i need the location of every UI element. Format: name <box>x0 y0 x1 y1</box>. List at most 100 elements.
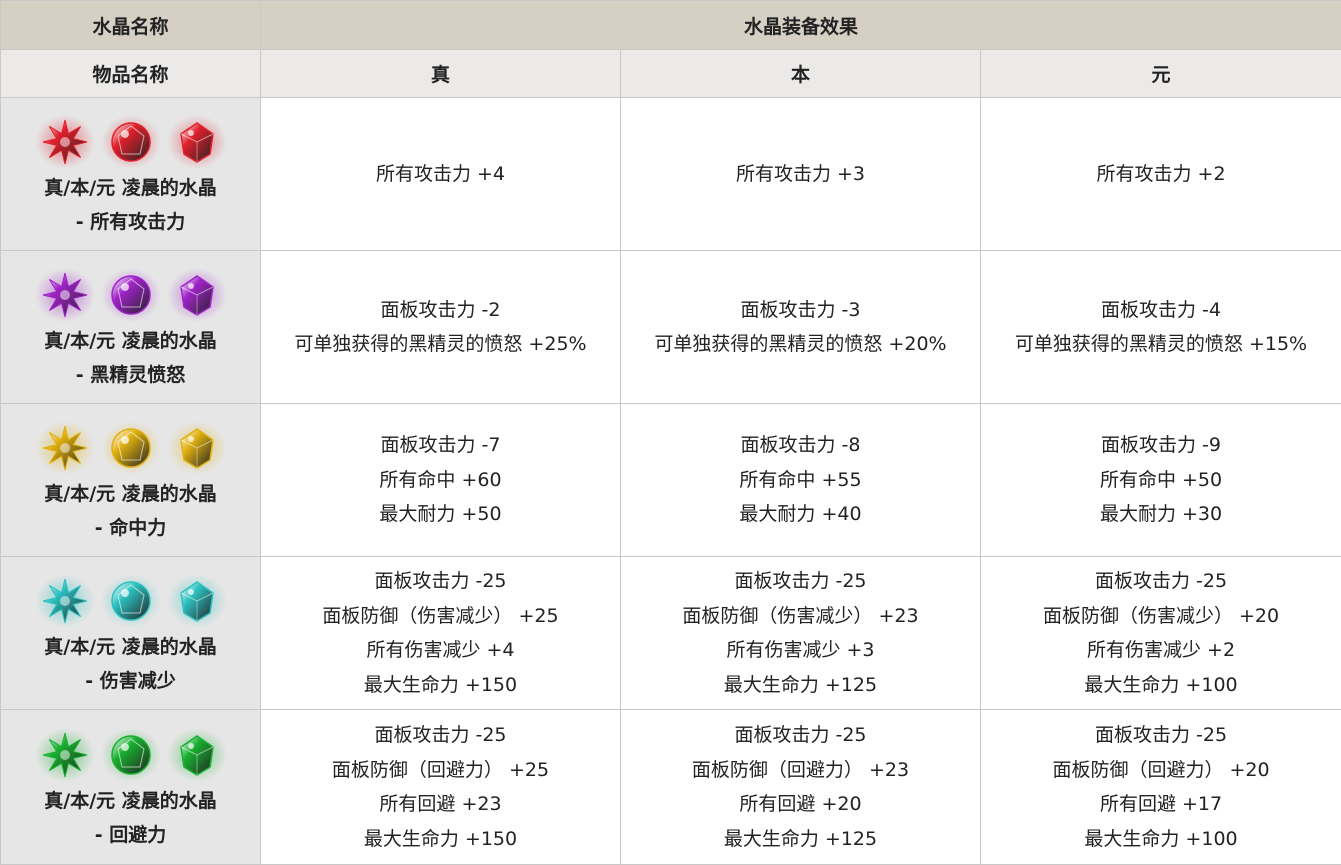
effect-cell-origin: 面板攻击力 -4可单独获得的黑精灵的愤怒 +15% <box>981 251 1341 404</box>
cyan-crystal-icon <box>100 571 162 629</box>
green-crystal-icon <box>100 725 162 783</box>
red-crystal-icon <box>166 112 228 170</box>
effect-cell-base: 面板攻击力 -25面板防御（回避力） +23所有回避 +20最大生命力 +125 <box>621 710 981 865</box>
effect-line: 面板防御（回避力） +20 <box>981 753 1341 788</box>
effect-line: 面板防御（伤害减少） +23 <box>621 599 980 634</box>
effect-line: 面板攻击力 -25 <box>981 564 1341 599</box>
crystal-name-header: 水晶名称 <box>1 1 261 50</box>
yellow-crystal-icon <box>34 418 96 476</box>
effect-line: 最大生命力 +150 <box>261 822 620 857</box>
effect-line: 最大耐力 +30 <box>981 497 1341 532</box>
effect-line: 所有攻击力 +4 <box>261 157 620 192</box>
effect-line: 所有命中 +50 <box>981 463 1341 498</box>
crystal-name-cell: 真/本/元 凌晨的水晶- 命中力 <box>1 404 261 557</box>
effect-line: 面板攻击力 -7 <box>261 428 620 463</box>
item-name-header: 物品名称 <box>1 50 261 98</box>
effect-cell-true: 面板攻击力 -2可单独获得的黑精灵的愤怒 +25% <box>261 251 621 404</box>
effect-line: 面板攻击力 -9 <box>981 428 1341 463</box>
red-crystal-icon <box>100 112 162 170</box>
effect-line: 最大生命力 +150 <box>261 668 620 703</box>
effect-cell-true: 面板攻击力 -7所有命中 +60最大耐力 +50 <box>261 404 621 557</box>
table-row: 真/本/元 凌晨的水晶- 黑精灵愤怒面板攻击力 -2可单独获得的黑精灵的愤怒 +… <box>1 251 1341 404</box>
effect-cell-true: 所有攻击力 +4 <box>261 98 621 251</box>
crystal-name-line: 真/本/元 凌晨的水晶 <box>1 324 260 358</box>
effect-line: 可单独获得的黑精灵的愤怒 +20% <box>621 327 980 362</box>
crystal-name-line: 真/本/元 凌晨的水晶 <box>1 630 260 664</box>
effect-line: 最大耐力 +50 <box>261 497 620 532</box>
effect-line: 可单独获得的黑精灵的愤怒 +15% <box>981 327 1341 362</box>
crystal-name-line: 真/本/元 凌晨的水晶 <box>1 784 260 818</box>
effect-cell-origin: 面板攻击力 -9所有命中 +50最大耐力 +30 <box>981 404 1341 557</box>
effect-line: 面板攻击力 -4 <box>981 293 1341 328</box>
crystal-effect-header: 水晶装备效果 <box>261 1 1341 50</box>
effect-cell-true: 面板攻击力 -25面板防御（伤害减少） +25所有伤害减少 +4最大生命力 +1… <box>261 557 621 710</box>
effect-line: 所有攻击力 +3 <box>621 157 980 192</box>
purple-crystal-icon <box>166 265 228 323</box>
crystal-icons <box>1 111 260 171</box>
crystal-stat-line: - 黑精灵愤怒 <box>1 358 260 392</box>
yellow-crystal-icon <box>166 418 228 476</box>
crystal-icons <box>1 264 260 324</box>
crystal-table: 水晶名称 水晶装备效果 物品名称 真 本 元 真/本/元 凌晨的水晶- 所有攻击… <box>0 0 1341 865</box>
crystal-icons <box>1 417 260 477</box>
effect-cell-base: 面板攻击力 -8所有命中 +55最大耐力 +40 <box>621 404 981 557</box>
crystal-icons <box>1 570 260 630</box>
effect-line: 所有命中 +55 <box>621 463 980 498</box>
effect-cell-origin: 面板攻击力 -25面板防御（回避力） +20所有回避 +17最大生命力 +100 <box>981 710 1341 865</box>
crystal-stat-line: - 命中力 <box>1 511 260 545</box>
crystal-name-cell: 真/本/元 凌晨的水晶- 所有攻击力 <box>1 98 261 251</box>
effect-line: 最大生命力 +100 <box>981 668 1341 703</box>
yellow-crystal-icon <box>100 418 162 476</box>
tier-header-true: 真 <box>261 50 621 98</box>
effect-cell-origin: 所有攻击力 +2 <box>981 98 1341 251</box>
effect-line: 所有命中 +60 <box>261 463 620 498</box>
effect-line: 所有回避 +23 <box>261 787 620 822</box>
cyan-crystal-icon <box>166 571 228 629</box>
effect-line: 面板攻击力 -2 <box>261 293 620 328</box>
purple-crystal-icon <box>34 265 96 323</box>
effect-line: 面板防御（回避力） +23 <box>621 753 980 788</box>
crystal-name-cell: 真/本/元 凌晨的水晶- 回避力 <box>1 710 261 865</box>
effect-line: 最大生命力 +125 <box>621 822 980 857</box>
crystal-icons <box>1 724 260 784</box>
effect-line: 面板攻击力 -3 <box>621 293 980 328</box>
table-row: 真/本/元 凌晨的水晶- 所有攻击力所有攻击力 +4所有攻击力 +3所有攻击力 … <box>1 98 1341 251</box>
table-row: 真/本/元 凌晨的水晶- 命中力面板攻击力 -7所有命中 +60最大耐力 +50… <box>1 404 1341 557</box>
crystal-stat-line: - 所有攻击力 <box>1 205 260 239</box>
table-row: 真/本/元 凌晨的水晶- 伤害减少面板攻击力 -25面板防御（伤害减少） +25… <box>1 557 1341 710</box>
effect-cell-true: 面板攻击力 -25面板防御（回避力） +25所有回避 +23最大生命力 +150 <box>261 710 621 865</box>
effect-line: 所有伤害减少 +3 <box>621 633 980 668</box>
effect-cell-origin: 面板攻击力 -25面板防御（伤害减少） +20所有伤害减少 +2最大生命力 +1… <box>981 557 1341 710</box>
green-crystal-icon <box>166 725 228 783</box>
effect-line: 所有攻击力 +2 <box>981 157 1341 192</box>
effect-cell-base: 面板攻击力 -25面板防御（伤害减少） +23所有伤害减少 +3最大生命力 +1… <box>621 557 981 710</box>
effect-line: 面板攻击力 -8 <box>621 428 980 463</box>
effect-line: 最大耐力 +40 <box>621 497 980 532</box>
effect-line: 面板攻击力 -25 <box>261 718 620 753</box>
effect-line: 所有回避 +17 <box>981 787 1341 822</box>
red-crystal-icon <box>34 112 96 170</box>
effect-line: 所有回避 +20 <box>621 787 980 822</box>
effect-cell-base: 面板攻击力 -3可单独获得的黑精灵的愤怒 +20% <box>621 251 981 404</box>
effect-cell-base: 所有攻击力 +3 <box>621 98 981 251</box>
crystal-name-line: 真/本/元 凌晨的水晶 <box>1 477 260 511</box>
crystal-name-cell: 真/本/元 凌晨的水晶- 黑精灵愤怒 <box>1 251 261 404</box>
effect-line: 面板攻击力 -25 <box>261 564 620 599</box>
green-crystal-icon <box>34 725 96 783</box>
crystal-stat-line: - 回避力 <box>1 818 260 852</box>
purple-crystal-icon <box>100 265 162 323</box>
tier-header-base: 本 <box>621 50 981 98</box>
crystal-name-line: 真/本/元 凌晨的水晶 <box>1 171 260 205</box>
effect-line: 面板防御（回避力） +25 <box>261 753 620 788</box>
effect-line: 所有伤害减少 +4 <box>261 633 620 668</box>
effect-line: 面板攻击力 -25 <box>621 718 980 753</box>
crystal-stat-line: - 伤害减少 <box>1 664 260 698</box>
effect-line: 面板攻击力 -25 <box>621 564 980 599</box>
cyan-crystal-icon <box>34 571 96 629</box>
effect-line: 面板防御（伤害减少） +20 <box>981 599 1341 634</box>
effect-line: 面板攻击力 -25 <box>981 718 1341 753</box>
effect-line: 可单独获得的黑精灵的愤怒 +25% <box>261 327 620 362</box>
effect-line: 最大生命力 +100 <box>981 822 1341 857</box>
effect-line: 所有伤害减少 +2 <box>981 633 1341 668</box>
effect-line: 面板防御（伤害减少） +25 <box>261 599 620 634</box>
